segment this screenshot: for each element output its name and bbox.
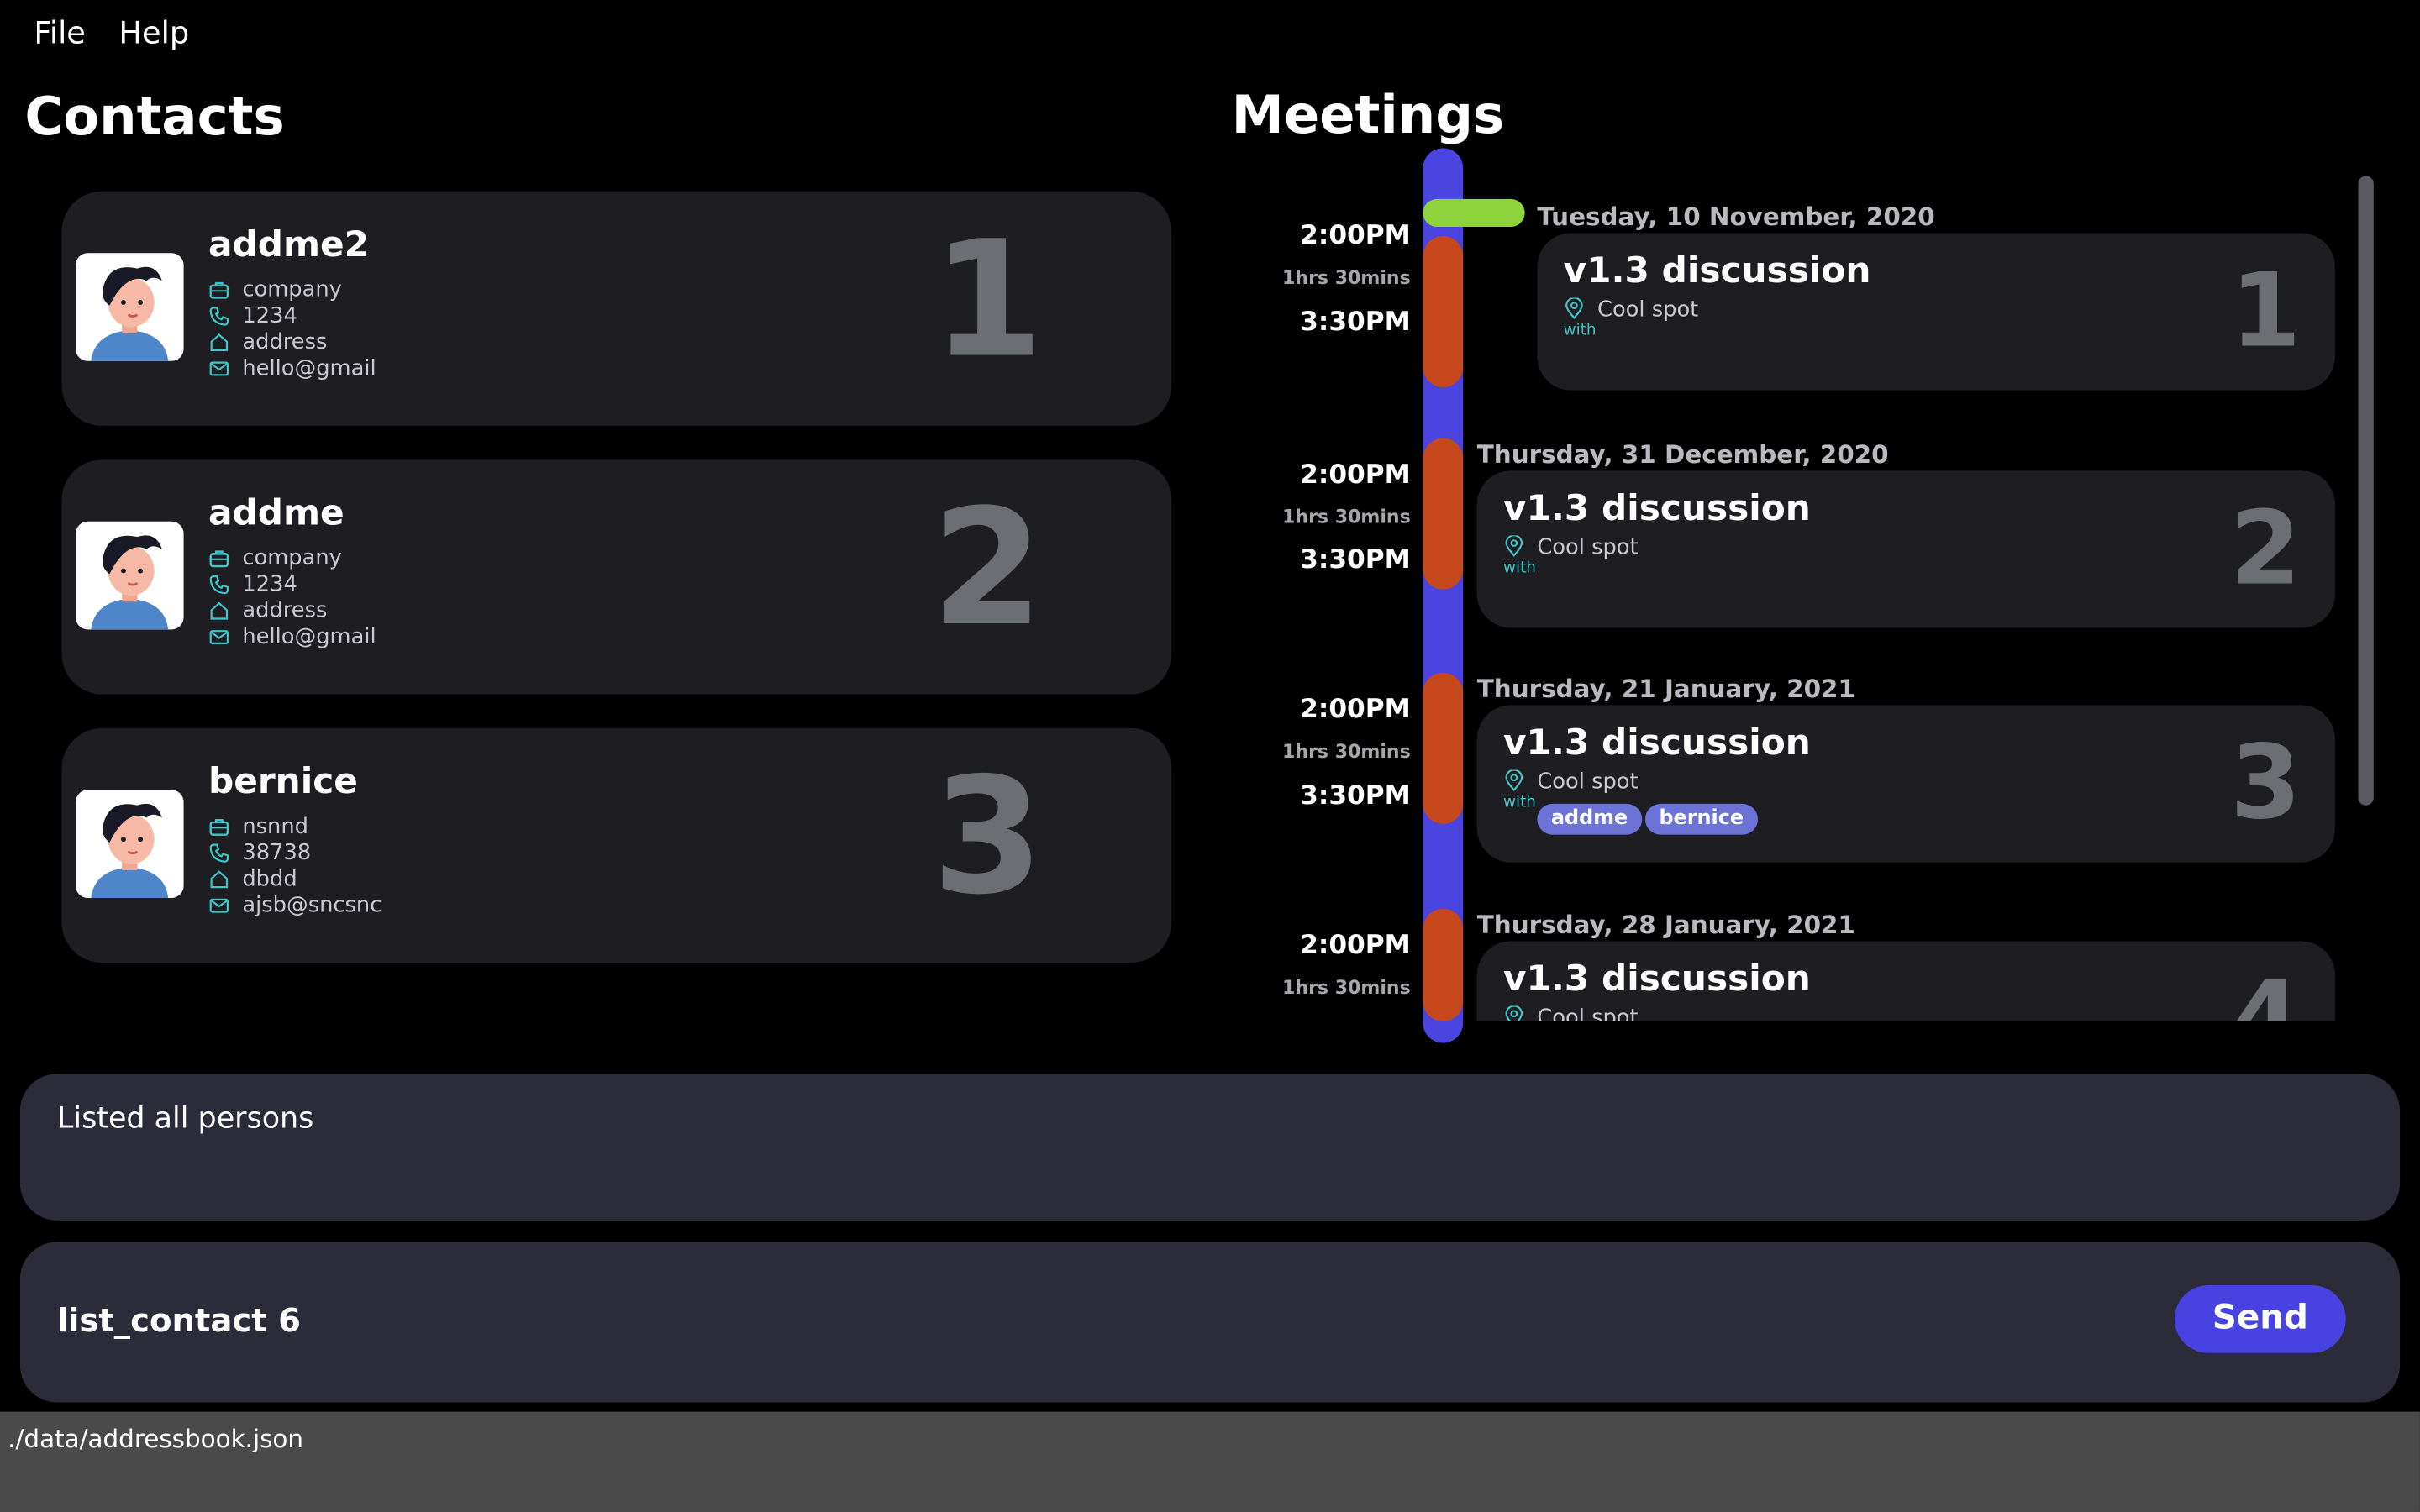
contact-name: addme2 bbox=[208, 225, 370, 265]
command-box: Send bbox=[19, 1242, 2401, 1403]
result-display: Listed all persons bbox=[19, 1074, 2401, 1221]
meeting-date: Tuesday, 10 November, 2020 bbox=[1537, 202, 1935, 232]
result-text: Listed all persons bbox=[56, 1101, 314, 1136]
home-icon bbox=[210, 333, 229, 352]
meetings-scrollbar[interactable] bbox=[2358, 176, 2374, 806]
send-button[interactable]: Send bbox=[2174, 1284, 2346, 1353]
contacts-title: Contacts bbox=[24, 86, 285, 149]
meeting-with-label: with bbox=[1502, 559, 1536, 577]
meeting-start-time: 2:00PM bbox=[1300, 694, 1411, 726]
meeting-end-time: 3:30PM bbox=[1300, 544, 1411, 576]
meeting-title: v1.3 discussion bbox=[1563, 251, 1871, 292]
meetings-list: Tuesday, 10 November, 2020 v1.3 discussi… bbox=[1466, 148, 2392, 1021]
meeting-index: 1 bbox=[2230, 251, 2302, 370]
menu-file[interactable]: File bbox=[34, 14, 85, 51]
menu-help[interactable]: Help bbox=[118, 14, 189, 51]
avatar-image bbox=[75, 790, 184, 898]
app-window: File Help Contacts addme2 company 1234 a… bbox=[0, 0, 2420, 1512]
meeting-card[interactable]: v1.3 discussion Cool spot with 1 bbox=[1537, 233, 2335, 391]
phone-icon bbox=[209, 307, 229, 326]
meeting-time-segment bbox=[1423, 438, 1464, 590]
contact-card[interactable]: addme2 company 1234 address hello@gmail … bbox=[61, 191, 1172, 426]
meeting-duration: 1hrs 30mins bbox=[1282, 976, 1411, 999]
meeting-end-time: 3:30PM bbox=[1300, 780, 1411, 812]
home-icon bbox=[210, 601, 229, 620]
meeting-date: Thursday, 28 January, 2021 bbox=[1476, 910, 1855, 940]
location-pin-icon bbox=[1505, 1005, 1523, 1021]
location-pin-icon bbox=[1505, 769, 1523, 792]
menu-bar: File Help bbox=[0, 0, 2420, 65]
meeting-start-time: 2:00PM bbox=[1300, 220, 1411, 252]
meetings-title: Meetings bbox=[1231, 85, 1505, 147]
meeting-duration: 1hrs 30mins bbox=[1282, 266, 1411, 289]
meeting-title: v1.3 discussion bbox=[1502, 489, 1811, 529]
participant-tag[interactable]: bernice bbox=[1644, 803, 1758, 835]
meeting-card[interactable]: v1.3 discussion Cool spot with 2 bbox=[1476, 470, 2335, 628]
command-input[interactable] bbox=[56, 1297, 2064, 1344]
mail-icon bbox=[209, 898, 229, 913]
avatar-image bbox=[75, 253, 184, 361]
meeting-card[interactable]: v1.3 discussion Cool spot with addme ber… bbox=[1476, 705, 2335, 863]
meeting-index: 3 bbox=[2230, 723, 2302, 843]
meeting-title: v1.3 discussion bbox=[1502, 723, 1811, 764]
meeting-time-segment bbox=[1423, 908, 1464, 1021]
avatar bbox=[75, 253, 184, 361]
meeting-date: Thursday, 31 December, 2020 bbox=[1476, 439, 1889, 470]
meeting-index: 2 bbox=[2230, 489, 2302, 608]
meetings-timeline: 2:00PM 1hrs 30mins 3:30PM 2:00PM 1hrs 30… bbox=[1234, 148, 2392, 1043]
location-pin-icon bbox=[1505, 535, 1523, 557]
meeting-duration: 1hrs 30mins bbox=[1282, 506, 1411, 528]
contact-index: 3 bbox=[932, 742, 1044, 931]
phone-icon bbox=[209, 843, 229, 863]
briefcase-icon bbox=[209, 819, 229, 836]
avatar bbox=[75, 521, 184, 630]
briefcase-icon bbox=[209, 281, 229, 299]
phone-icon bbox=[209, 575, 229, 595]
meeting-card[interactable]: v1.3 discussion Cool spot 4 bbox=[1476, 941, 2335, 1021]
avatar-image bbox=[75, 521, 184, 630]
mail-icon bbox=[209, 361, 229, 376]
meeting-time-segment bbox=[1423, 236, 1464, 388]
contact-index: 1 bbox=[932, 205, 1044, 394]
status-file-path: ./data/addressbook.json bbox=[8, 1424, 304, 1454]
meeting-with-label: with bbox=[1502, 794, 1536, 812]
meeting-index: 4 bbox=[2230, 959, 2302, 1021]
meeting-time-segment bbox=[1423, 672, 1464, 824]
meeting-title: v1.3 discussion bbox=[1502, 959, 1811, 1000]
contact-index: 2 bbox=[932, 473, 1044, 662]
contact-card[interactable]: bernice nsnnd 38738 dbdd ajsb@sncsnc 3 bbox=[61, 727, 1172, 963]
mail-icon bbox=[209, 630, 229, 645]
meeting-end-time: 3:30PM bbox=[1300, 307, 1411, 339]
meeting-duration: 1hrs 30mins bbox=[1282, 740, 1411, 763]
contact-name: bernice bbox=[208, 762, 358, 803]
contact-name: addme bbox=[208, 493, 345, 534]
meeting-with-label: with bbox=[1563, 322, 1597, 340]
avatar bbox=[75, 790, 184, 898]
home-icon bbox=[210, 870, 229, 889]
meeting-start-time: 2:00PM bbox=[1300, 459, 1411, 491]
participant-tag[interactable]: addme bbox=[1537, 803, 1642, 835]
meeting-start-time: 2:00PM bbox=[1300, 930, 1411, 962]
location-pin-icon bbox=[1565, 297, 1583, 319]
briefcase-icon bbox=[209, 550, 229, 568]
status-bar: ./data/addressbook.json bbox=[0, 1411, 2420, 1512]
meeting-date: Thursday, 21 January, 2021 bbox=[1476, 674, 1855, 704]
contact-card[interactable]: addme company 1234 address hello@gmail 2 bbox=[61, 459, 1172, 695]
